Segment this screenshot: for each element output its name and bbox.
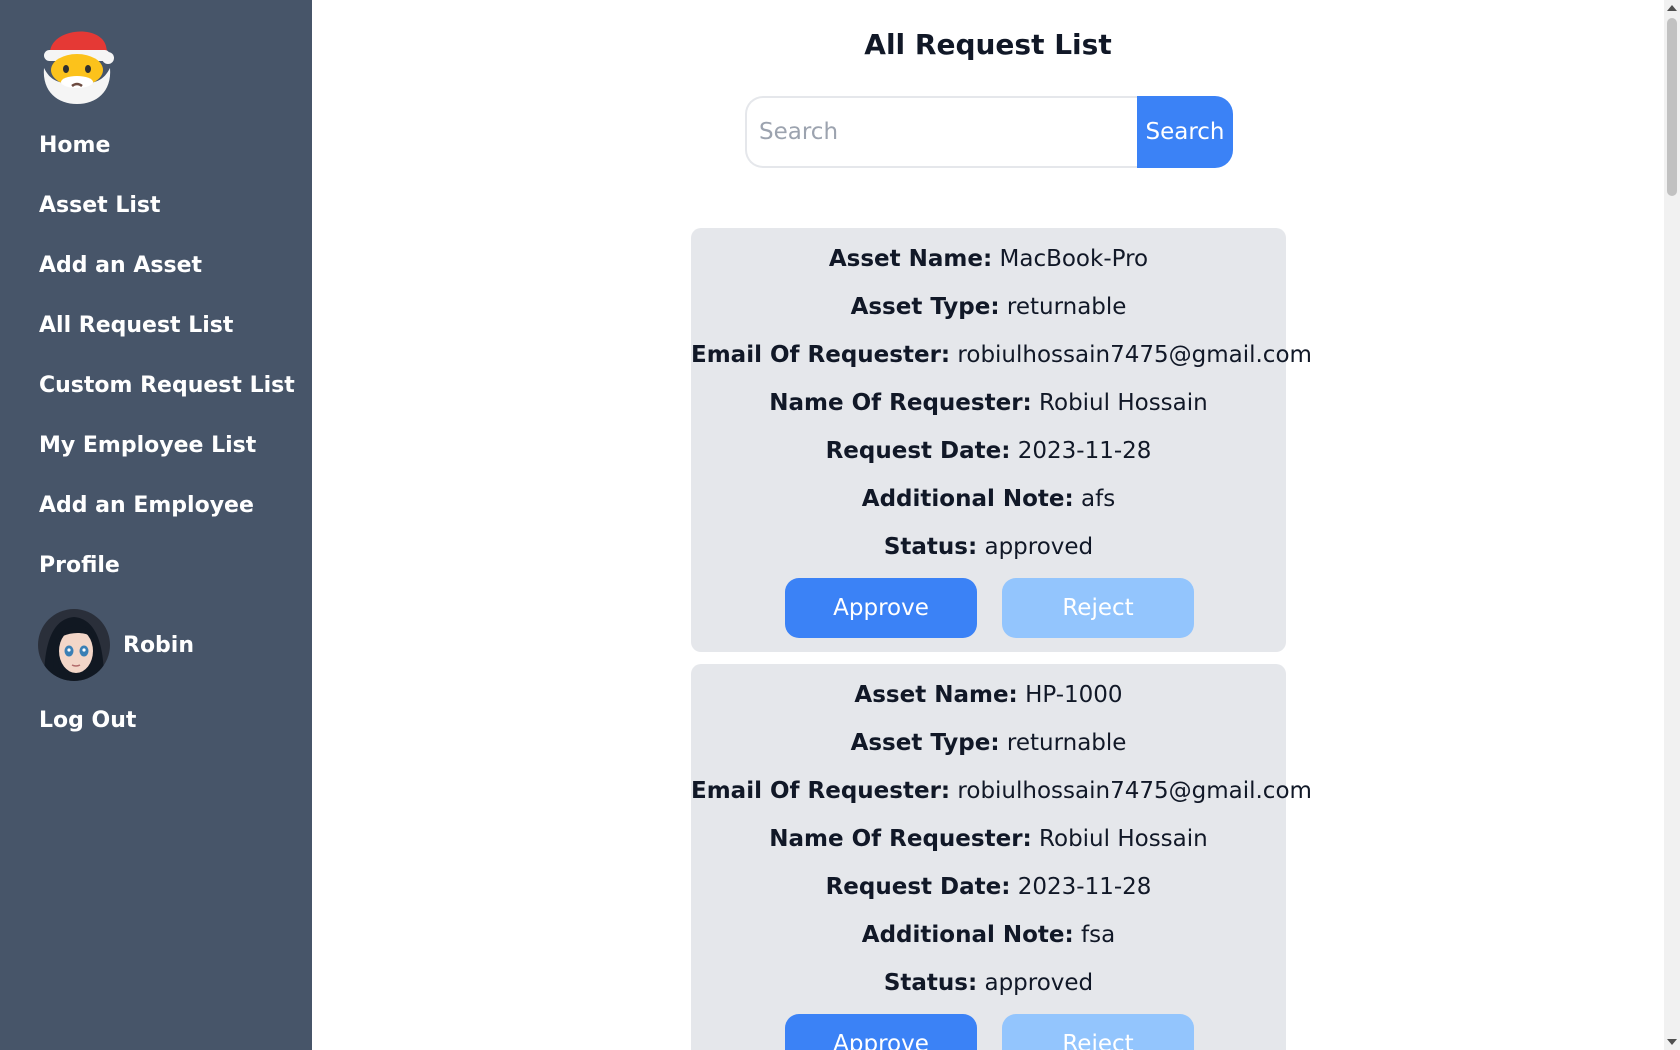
- search-bar: Search: [745, 96, 1233, 168]
- approve-button[interactable]: Approve: [785, 1014, 977, 1050]
- request-date-field: Request Date: 2023-11-28: [691, 872, 1286, 902]
- field-value: returnable: [1006, 730, 1127, 756]
- additional-note-field: Additional Note: afs: [691, 484, 1286, 514]
- reject-button[interactable]: Reject: [1002, 1014, 1194, 1050]
- field-label: Additional Note:: [861, 486, 1074, 512]
- field-value: returnable: [1006, 294, 1127, 320]
- sidebar: Home Asset List Add an Asset All Request…: [0, 0, 312, 1050]
- scroll-down-arrow-icon[interactable]: [1667, 1039, 1677, 1045]
- field-value: MacBook-Pro: [999, 246, 1149, 272]
- user-name: Robin: [123, 632, 195, 658]
- scroll-thumb[interactable]: [1667, 18, 1677, 196]
- sidebar-item-add-employee[interactable]: Add an Employee: [39, 493, 254, 519]
- sidebar-item-all-request-list[interactable]: All Request List: [39, 313, 233, 339]
- field-label: Asset Type:: [850, 730, 1000, 756]
- sidebar-item-profile[interactable]: Profile: [39, 553, 120, 579]
- requester-name-field: Name Of Requester: Robiul Hossain: [691, 388, 1286, 418]
- santa-claus-icon[interactable]: [38, 22, 116, 106]
- request-card: Asset Name: HP-1000 Asset Type: returnab…: [691, 664, 1312, 1050]
- asset-name-field: Asset Name: HP-1000: [691, 680, 1286, 710]
- status-badge: approved: [984, 534, 1094, 560]
- field-label: Asset Name:: [854, 682, 1018, 708]
- field-value: 2023-11-28: [1017, 874, 1152, 900]
- field-value: robiulhossain7475@gmail.com: [957, 778, 1312, 804]
- sidebar-item-my-employee-list[interactable]: My Employee List: [39, 433, 256, 459]
- additional-note-field: Additional Note: fsa: [691, 920, 1286, 950]
- field-label: Request Date:: [825, 438, 1011, 464]
- field-value: robiulhossain7475@gmail.com: [957, 342, 1312, 368]
- sidebar-item-asset-list[interactable]: Asset List: [39, 193, 160, 219]
- field-value: Robiul Hossain: [1039, 390, 1208, 416]
- field-label: Status:: [883, 970, 978, 996]
- request-date-field: Request Date: 2023-11-28: [691, 436, 1286, 466]
- logout-button[interactable]: Log Out: [39, 708, 136, 734]
- page-title: All Request List: [864, 28, 1112, 61]
- search-input[interactable]: [745, 96, 1137, 168]
- sidebar-item-home[interactable]: Home: [39, 133, 110, 159]
- field-value: fsa: [1081, 922, 1116, 948]
- sidebar-item-add-asset[interactable]: Add an Asset: [39, 253, 202, 279]
- field-label: Asset Name:: [828, 246, 993, 272]
- field-label: Additional Note:: [861, 922, 1074, 948]
- asset-type-field: Asset Type: returnable: [691, 292, 1286, 322]
- approve-button[interactable]: Approve: [785, 578, 977, 638]
- scroll-up-arrow-icon[interactable]: [1667, 5, 1677, 11]
- request-card: Asset Name: MacBook-Pro Asset Type: retu…: [691, 228, 1312, 652]
- vertical-scrollbar[interactable]: [1664, 0, 1680, 1050]
- sidebar-item-custom-request-list[interactable]: Custom Request List: [39, 373, 295, 399]
- status-field: Status: approved: [691, 968, 1286, 998]
- requester-email-field: Email Of Requester: robiulhossain7475@gm…: [691, 776, 1312, 806]
- reject-button[interactable]: Reject: [1002, 578, 1194, 638]
- status-field: Status: approved: [691, 532, 1286, 562]
- field-label: Name Of Requester:: [769, 390, 1032, 416]
- field-value: 2023-11-28: [1017, 438, 1152, 464]
- field-label: Name Of Requester:: [769, 826, 1032, 852]
- field-label: Email Of Requester:: [691, 778, 951, 804]
- asset-name-field: Asset Name: MacBook-Pro: [691, 244, 1286, 274]
- field-label: Status:: [883, 534, 978, 560]
- asset-type-field: Asset Type: returnable: [691, 728, 1286, 758]
- search-button[interactable]: Search: [1137, 96, 1233, 168]
- requester-name-field: Name Of Requester: Robiul Hossain: [691, 824, 1286, 854]
- field-value: Robiul Hossain: [1039, 826, 1208, 852]
- main-content: All Request List Search Asset Name: MacB…: [312, 0, 1664, 1050]
- avatar: [38, 609, 110, 681]
- field-label: Request Date:: [825, 874, 1011, 900]
- field-value: HP-1000: [1025, 682, 1123, 708]
- field-label: Email Of Requester:: [691, 342, 951, 368]
- user-profile[interactable]: Robin: [38, 609, 194, 681]
- status-badge: approved: [984, 970, 1094, 996]
- field-value: afs: [1081, 486, 1116, 512]
- requester-email-field: Email Of Requester: robiulhossain7475@gm…: [691, 340, 1312, 370]
- field-label: Asset Type:: [850, 294, 1000, 320]
